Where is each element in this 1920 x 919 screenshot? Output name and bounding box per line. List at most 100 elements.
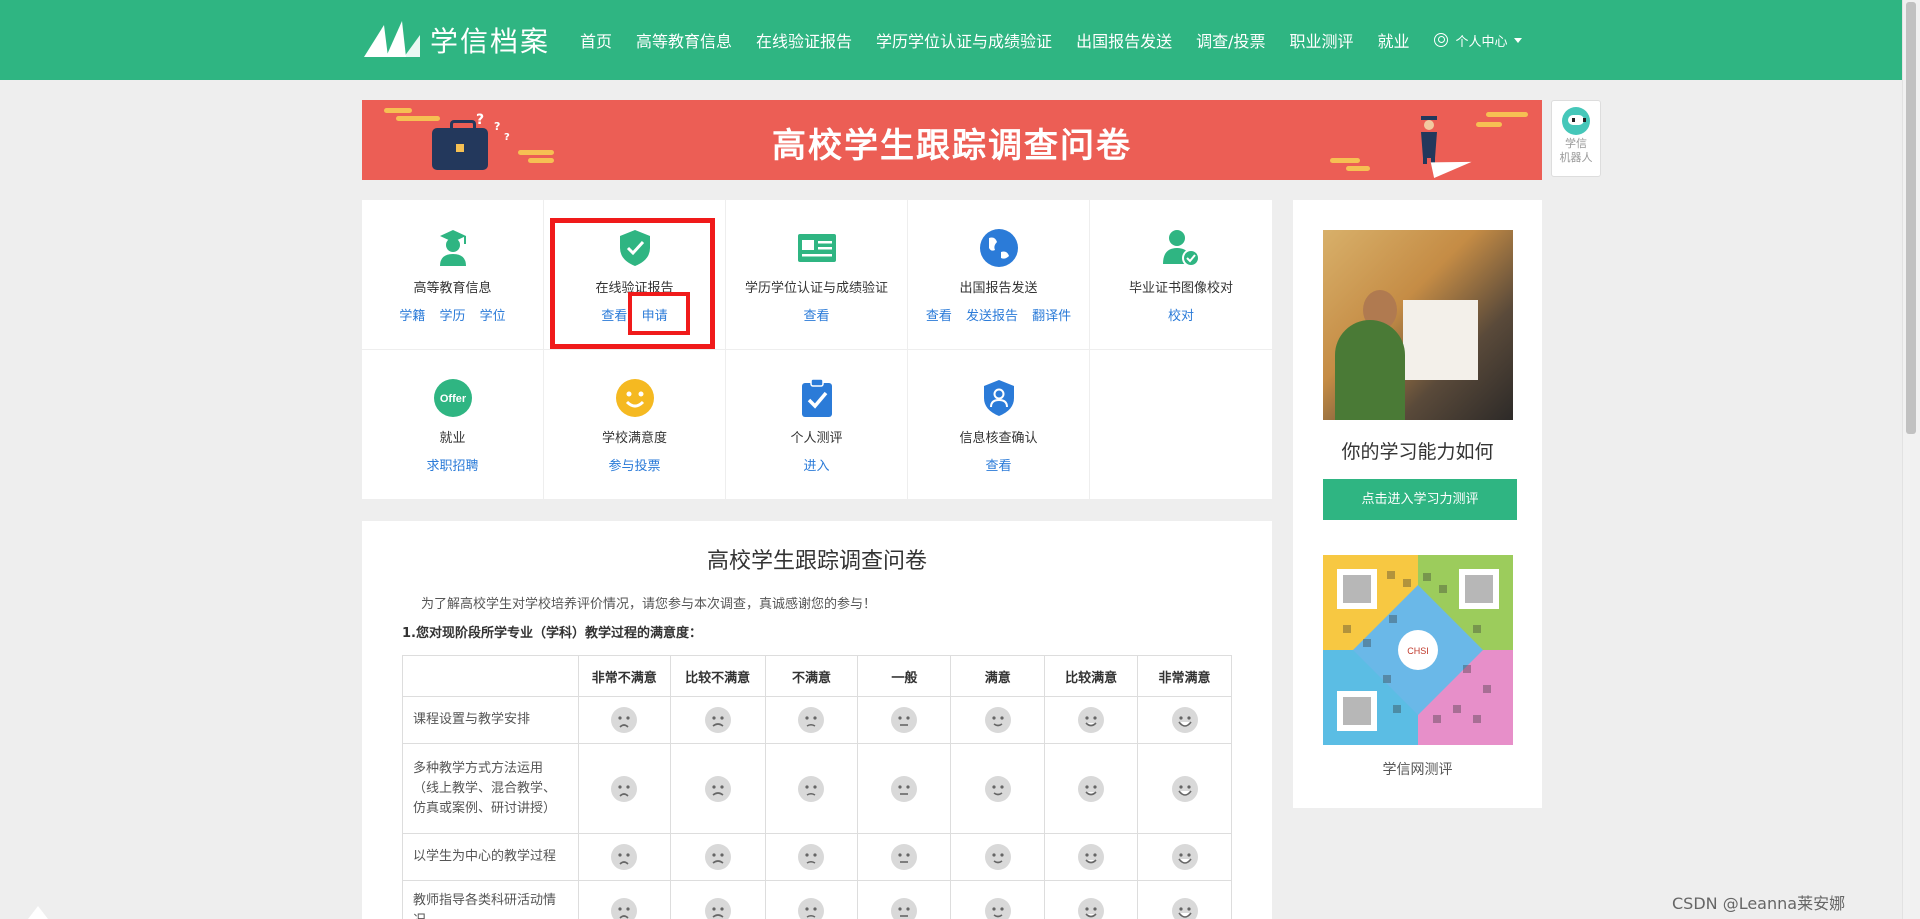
- rating-face-icon[interactable]: [1171, 706, 1199, 734]
- rating-cell[interactable]: [1044, 833, 1139, 881]
- row-label: 多种教学方式方法运用（线上教学、混合教学、仿真或案例、研讨讲授）: [402, 743, 579, 834]
- rating-face-icon[interactable]: [1171, 897, 1199, 919]
- rating-cell[interactable]: [764, 833, 859, 881]
- user-center-menu[interactable]: 个人中心: [1433, 31, 1522, 50]
- caret-down-icon: [1513, 37, 1522, 43]
- rating-cell[interactable]: [1044, 880, 1139, 919]
- enter-learning-test-button[interactable]: 点击进入学习力测评: [1323, 479, 1517, 520]
- link-apply-report[interactable]: 申请: [642, 309, 668, 324]
- rating-face-icon[interactable]: [984, 706, 1012, 734]
- rating-cell[interactable]: [577, 696, 671, 744]
- rating-cell[interactable]: [764, 696, 859, 744]
- rating-face-icon[interactable]: [610, 775, 638, 803]
- rating-cell[interactable]: [857, 696, 952, 744]
- service-title: 毕业证书图像校对: [1128, 281, 1233, 296]
- rating-face-icon[interactable]: [984, 775, 1012, 803]
- rating-cell[interactable]: [577, 743, 671, 834]
- rating-face-icon[interactable]: [890, 843, 918, 871]
- table-row: 多种教学方式方法运用（线上教学、混合教学、仿真或案例、研讨讲授）: [402, 743, 1232, 834]
- table-header: 满意: [950, 655, 1046, 697]
- service-online-report: 在线验证报告 查看 申请: [544, 200, 726, 350]
- rating-cell[interactable]: [857, 833, 952, 881]
- rating-cell[interactable]: [1137, 743, 1232, 834]
- service-title: 出国报告发送: [959, 281, 1038, 296]
- rating-cell[interactable]: [1044, 696, 1139, 744]
- rating-cell[interactable]: [950, 833, 1046, 881]
- rating-cell[interactable]: [857, 743, 952, 834]
- rating-face-icon[interactable]: [610, 706, 638, 734]
- nav-degree-certification[interactable]: 学历学位认证与成绩验证: [876, 28, 1052, 52]
- rating-cell[interactable]: [950, 696, 1046, 744]
- rating-face-icon[interactable]: [1077, 775, 1105, 803]
- rating-face-icon[interactable]: [610, 843, 638, 871]
- rating-cell[interactable]: [1137, 880, 1232, 919]
- rating-face-icon[interactable]: [1077, 897, 1105, 919]
- rating-cell[interactable]: [669, 743, 766, 834]
- rating-face-icon[interactable]: [797, 706, 825, 734]
- rating-face-icon[interactable]: [704, 843, 732, 871]
- link-view-certification[interactable]: 查看: [803, 309, 829, 324]
- rating-cell[interactable]: [577, 880, 671, 919]
- link-proofread[interactable]: 校对: [1168, 309, 1194, 324]
- link-view-overseas[interactable]: 查看: [926, 309, 952, 324]
- offer-icon-text: Offer: [439, 393, 466, 405]
- rating-cell[interactable]: [577, 833, 671, 881]
- link-education[interactable]: 学历: [439, 309, 465, 324]
- link-translation[interactable]: 翻译件: [1032, 309, 1071, 324]
- rating-face-icon[interactable]: [890, 775, 918, 803]
- link-send-report[interactable]: 发送报告: [966, 309, 1018, 324]
- link-enter-test[interactable]: 进入: [803, 459, 829, 474]
- rating-cell[interactable]: [1044, 743, 1139, 834]
- rating-cell[interactable]: [857, 880, 952, 919]
- rating-face-icon[interactable]: [704, 897, 732, 919]
- rating-face-icon[interactable]: [1077, 843, 1105, 871]
- table-header: 比较不满意: [669, 655, 766, 697]
- logo-sail-icon: [364, 21, 420, 57]
- rating-face-icon[interactable]: [984, 843, 1012, 871]
- scrollbar-thumb[interactable]: [1906, 2, 1916, 434]
- link-vote[interactable]: 参与投票: [608, 459, 660, 474]
- rating-cell[interactable]: [669, 880, 766, 919]
- nav-online-report[interactable]: 在线验证报告: [756, 28, 852, 52]
- service-certificate-proofread: 毕业证书图像校对 校对: [1090, 200, 1272, 350]
- rating-face-icon[interactable]: [797, 897, 825, 919]
- link-view-report[interactable]: 查看: [601, 309, 627, 324]
- rating-cell[interactable]: [669, 833, 766, 881]
- rating-cell[interactable]: [669, 696, 766, 744]
- nav-home[interactable]: 首页: [580, 28, 612, 52]
- nav-overseas-report[interactable]: 出国报告发送: [1076, 28, 1172, 52]
- nav-employment[interactable]: 就业: [1378, 28, 1410, 52]
- rating-cell[interactable]: [764, 880, 859, 919]
- rating-face-icon[interactable]: [1171, 775, 1199, 803]
- site-logo[interactable]: 学信档案: [362, 20, 550, 60]
- link-view-verification[interactable]: 查看: [985, 459, 1011, 474]
- back-to-top-icon[interactable]: [28, 906, 48, 919]
- nav-higher-education[interactable]: 高等教育信息: [636, 28, 732, 52]
- rating-face-icon[interactable]: [1077, 706, 1105, 734]
- rating-cell[interactable]: [764, 743, 859, 834]
- rating-face-icon[interactable]: [704, 706, 732, 734]
- survey-title: 高校学生跟踪调查问卷: [706, 549, 927, 574]
- chat-robot-button[interactable]: 学信 机器人: [1551, 100, 1601, 177]
- rating-cell[interactable]: [1137, 833, 1232, 881]
- nav-career-test[interactable]: 职业测评: [1289, 28, 1353, 52]
- table-header: 一般: [857, 655, 952, 697]
- rating-face-icon[interactable]: [610, 897, 638, 919]
- link-student-status[interactable]: 学籍: [399, 309, 425, 324]
- nav-survey-vote[interactable]: 调查/投票: [1196, 28, 1265, 52]
- main-nav: 首页 高等教育信息 在线验证报告 学历学位认证与成绩验证 出国报告发送 调查/投…: [580, 0, 1546, 80]
- rating-face-icon[interactable]: [984, 897, 1012, 919]
- rating-face-icon[interactable]: [890, 897, 918, 919]
- survey-banner[interactable]: ? ? ? 高校学生跟踪调查问卷: [362, 100, 1542, 180]
- rating-face-icon[interactable]: [797, 843, 825, 871]
- rating-cell[interactable]: [950, 880, 1046, 919]
- rating-face-icon[interactable]: [1171, 843, 1199, 871]
- rating-cell[interactable]: [1137, 696, 1232, 744]
- rating-face-icon[interactable]: [890, 706, 918, 734]
- rating-face-icon[interactable]: [797, 775, 825, 803]
- rating-cell[interactable]: [950, 743, 1046, 834]
- link-degree[interactable]: 学位: [480, 309, 506, 324]
- rating-face-icon[interactable]: [704, 775, 732, 803]
- link-job-search[interactable]: 求职招聘: [426, 459, 478, 474]
- service-title: 信息核查确认: [959, 431, 1038, 446]
